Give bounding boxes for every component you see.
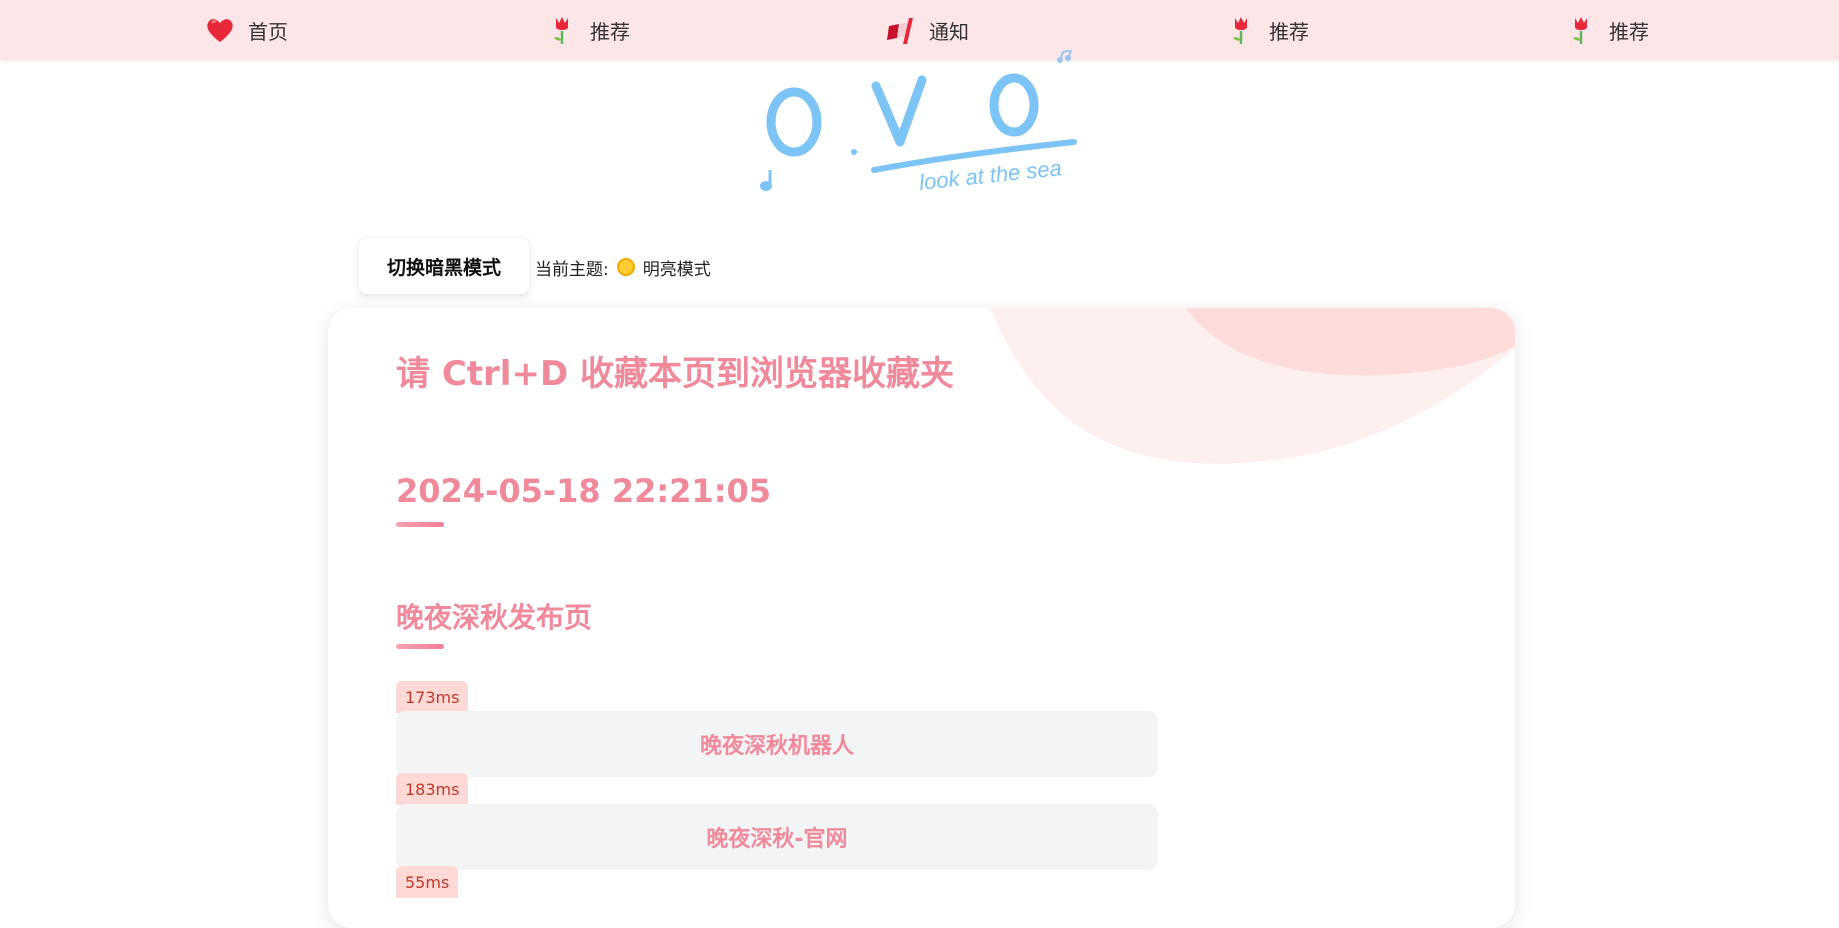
current-theme-indicator: 当前主题: 明亮模式 — [535, 255, 711, 280]
current-theme-value: 明亮模式 — [642, 259, 711, 280]
nav-item-label: 推荐 — [1269, 19, 1309, 44]
nav-item-label: 推荐 — [1609, 19, 1649, 44]
divider — [396, 522, 444, 527]
nav-item-notice[interactable]: 通知 — [885, 13, 969, 47]
divider — [396, 644, 444, 649]
heart-icon — [207, 19, 233, 42]
main-card: 请 Ctrl+D 收藏本页到浏览器收藏夹 2024-05-18 22:21:05… — [328, 308, 1515, 928]
flag-icon — [887, 18, 913, 44]
tulip-icon — [1573, 17, 1587, 44]
latency-badge: 173ms — [396, 681, 469, 713]
latency-badge: 183ms — [396, 773, 469, 805]
current-theme-label: 当前主题: — [535, 259, 609, 280]
nav-item-label: 推荐 — [590, 19, 630, 44]
tulip-icon — [1233, 17, 1247, 44]
link-official-site[interactable]: 晚夜深秋-官网 — [396, 804, 1158, 870]
nav-item-recommend-2[interactable]: 推荐 — [1225, 13, 1309, 47]
sun-icon — [616, 258, 635, 276]
toggle-dark-mode-button[interactable]: 切换暗黑模式 — [359, 238, 529, 294]
card-decoration — [990, 308, 1515, 464]
section-title: 晚夜深秋发布页 — [396, 601, 593, 634]
tulip-icon — [554, 17, 568, 44]
site-logo: look at the sea — [760, 50, 1077, 195]
nav-item-label: 通知 — [929, 19, 969, 44]
current-datetime: 2024-05-18 22:21:05 — [396, 472, 772, 510]
nav-item-label: 首页 — [248, 19, 288, 44]
latency-badge: 55ms — [396, 866, 459, 898]
bookmark-headline: 请 Ctrl+D 收藏本页到浏览器收藏夹 — [396, 354, 955, 394]
nav-item-home[interactable]: 首页 — [204, 13, 288, 47]
link-robot[interactable]: 晚夜深秋机器人 — [396, 711, 1158, 777]
nav-item-recommend-3[interactable]: 推荐 — [1565, 13, 1649, 47]
nav-item-recommend-1[interactable]: 推荐 — [546, 13, 630, 47]
